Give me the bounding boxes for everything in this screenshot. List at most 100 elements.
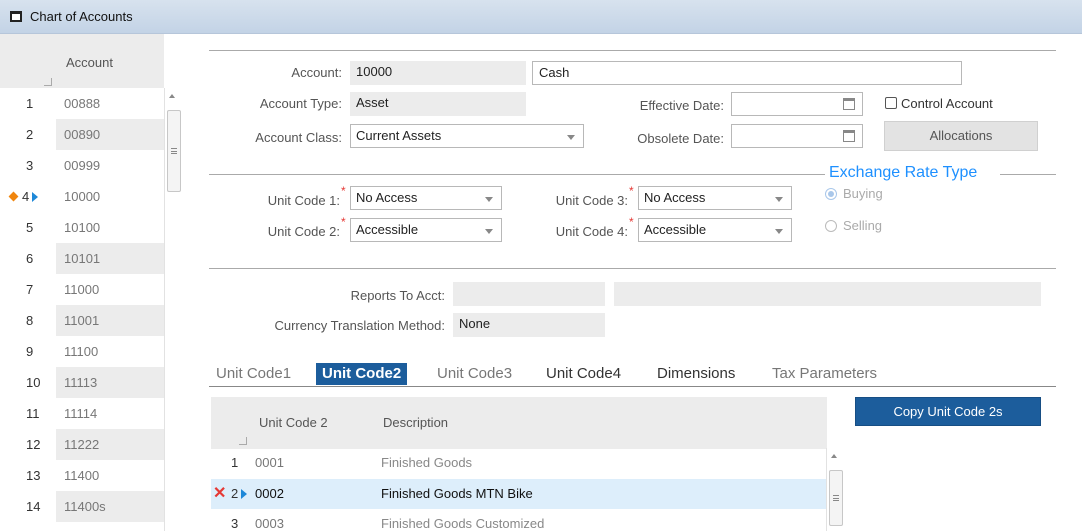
scrollbar-thumb[interactable]: [167, 110, 181, 192]
account-number-field[interactable]: 10000: [350, 61, 526, 85]
account-cell[interactable]: 11100: [56, 336, 164, 367]
exchange-rate-type-title: Exchange Rate Type: [826, 164, 981, 182]
account-row[interactable]: 9 11100: [0, 336, 164, 367]
current-record-icon: [8, 191, 19, 202]
account-row[interactable]: 7 11000: [0, 274, 164, 305]
effective-date-label: Effective Date:: [639, 98, 724, 113]
required-marker: *: [341, 184, 346, 198]
control-account-label: Control Account: [901, 96, 993, 111]
obsolete-date-field[interactable]: [731, 124, 863, 148]
account-cell[interactable]: 10000: [56, 181, 164, 212]
unit-code-cell[interactable]: 0003: [255, 509, 284, 531]
account-row[interactable]: 13 11400: [0, 460, 164, 491]
account-type-field: Asset: [350, 92, 526, 116]
unit-code-cell[interactable]: 0002: [255, 479, 284, 509]
account-row[interactable]: 11 11114: [0, 398, 164, 429]
account-row[interactable]: 6 10101: [0, 243, 164, 274]
description-cell[interactable]: Finished Goods: [381, 448, 472, 478]
unit-code-grid-scrollbar[interactable]: [826, 448, 846, 531]
effective-date-field[interactable]: [731, 92, 863, 116]
account-cell[interactable]: 00890: [56, 119, 164, 150]
account-cell[interactable]: 00888: [56, 88, 164, 119]
account-grid-scrollbar[interactable]: [164, 88, 186, 531]
unit-code-2-select[interactable]: Accessible: [350, 218, 502, 242]
account-row[interactable]: 2 00890: [0, 119, 164, 150]
account-cell[interactable]: 11114: [56, 398, 164, 429]
chevron-down-icon: [567, 135, 575, 140]
account-row[interactable]: 12 11222: [0, 429, 164, 460]
account-cell[interactable]: 11400s: [56, 491, 164, 522]
selling-radio[interactable]: [825, 220, 837, 232]
account-cell[interactable]: 00999: [56, 150, 164, 181]
description-cell[interactable]: Finished Goods MTN Bike: [381, 479, 533, 509]
grip-icon: [171, 148, 177, 154]
account-cell[interactable]: 11000: [56, 274, 164, 305]
row-pointer-icon: [241, 489, 248, 499]
unit-code-column-header[interactable]: Unit Code 2: [259, 415, 328, 430]
scrollbar-thumb[interactable]: [829, 470, 843, 526]
account-cell[interactable]: 11001: [56, 305, 164, 336]
required-marker: *: [629, 215, 634, 229]
row-number: 3: [0, 150, 56, 181]
account-cell[interactable]: 11400: [56, 460, 164, 491]
calendar-icon[interactable]: [843, 98, 855, 110]
table-row[interactable]: 3 0003 Finished Goods Customized: [211, 509, 827, 531]
buying-radio[interactable]: [825, 188, 837, 200]
account-cell[interactable]: 11113: [56, 367, 164, 398]
control-account-checkbox[interactable]: [885, 97, 897, 109]
account-row[interactable]: 3 00999: [0, 150, 164, 181]
scroll-up-icon[interactable]: [831, 454, 837, 458]
chevron-down-icon: [775, 229, 783, 234]
unit-code-1-select[interactable]: No Access: [350, 186, 502, 210]
row-number: 6: [0, 243, 56, 274]
account-row[interactable]: 5 10100: [0, 212, 164, 243]
calendar-icon[interactable]: [843, 130, 855, 142]
description-cell[interactable]: Finished Goods Customized: [381, 509, 544, 531]
row-number: 13: [0, 460, 56, 491]
copy-unit-codes-button[interactable]: Copy Unit Code 2s: [855, 397, 1041, 426]
account-row[interactable]: 14 11400s: [0, 491, 164, 522]
account-name-field[interactable]: Cash: [532, 61, 962, 85]
tab-tax-parameters[interactable]: Tax Parameters: [772, 363, 877, 385]
tab-unit-code4[interactable]: Unit Code4: [546, 363, 621, 385]
row-number-text: 4: [22, 189, 30, 204]
row-number: 5: [0, 212, 56, 243]
account-row[interactable]: 1 00888: [0, 88, 164, 119]
unit-code-grid-header: Unit Code 2 Description: [211, 397, 827, 449]
account-cell[interactable]: 11222: [56, 429, 164, 460]
account-row-current[interactable]: 4 10000: [0, 181, 164, 212]
account-class-select[interactable]: Current Assets: [350, 124, 584, 148]
chevron-down-icon: [775, 197, 783, 202]
allocations-button[interactable]: Allocations: [884, 121, 1038, 151]
row-number: 8: [0, 305, 56, 336]
row-number: 12: [0, 429, 56, 460]
account-row[interactable]: 8 11001: [0, 305, 164, 336]
row-number: 3: [231, 516, 239, 531]
unit-code-3-select[interactable]: No Access: [638, 186, 792, 210]
table-row-selected[interactable]: ✕ 2 0002 Finished Goods MTN Bike: [211, 479, 827, 509]
row-number: 11: [0, 398, 56, 429]
account-grid-header: Account: [0, 34, 164, 88]
account-column-header[interactable]: Account: [66, 55, 113, 70]
reports-to-acct-description: [614, 282, 1041, 306]
account-class-value: Current Assets: [356, 128, 442, 143]
description-column-header[interactable]: Description: [383, 415, 448, 430]
unit-code-cell[interactable]: 0001: [255, 448, 284, 478]
unit-code-4-select[interactable]: Accessible: [638, 218, 792, 242]
row-number: 1: [0, 88, 56, 119]
tab-unit-code2[interactable]: Unit Code2: [316, 363, 408, 385]
tab-dimensions[interactable]: Dimensions: [657, 363, 735, 385]
tab-unit-code3[interactable]: Unit Code3: [437, 363, 512, 385]
unit-code-4-label: Unit Code 4:: [555, 224, 628, 239]
selling-label: Selling: [843, 218, 883, 233]
account-cell[interactable]: 10101: [56, 243, 164, 274]
required-marker: *: [341, 215, 346, 229]
account-row[interactable]: 10 11113: [0, 367, 164, 398]
tab-unit-code1[interactable]: Unit Code1: [216, 363, 291, 385]
account-cell[interactable]: 10100: [56, 212, 164, 243]
resize-corner-icon: [44, 78, 52, 86]
scroll-up-icon[interactable]: [169, 94, 175, 98]
account-class-label: Account Class:: [255, 130, 342, 145]
account-grid: Account 1 00888 2 00890 3 00999 4 10000 5 10…: [0, 34, 186, 531]
table-row[interactable]: 1 0001 Finished Goods: [211, 448, 827, 478]
